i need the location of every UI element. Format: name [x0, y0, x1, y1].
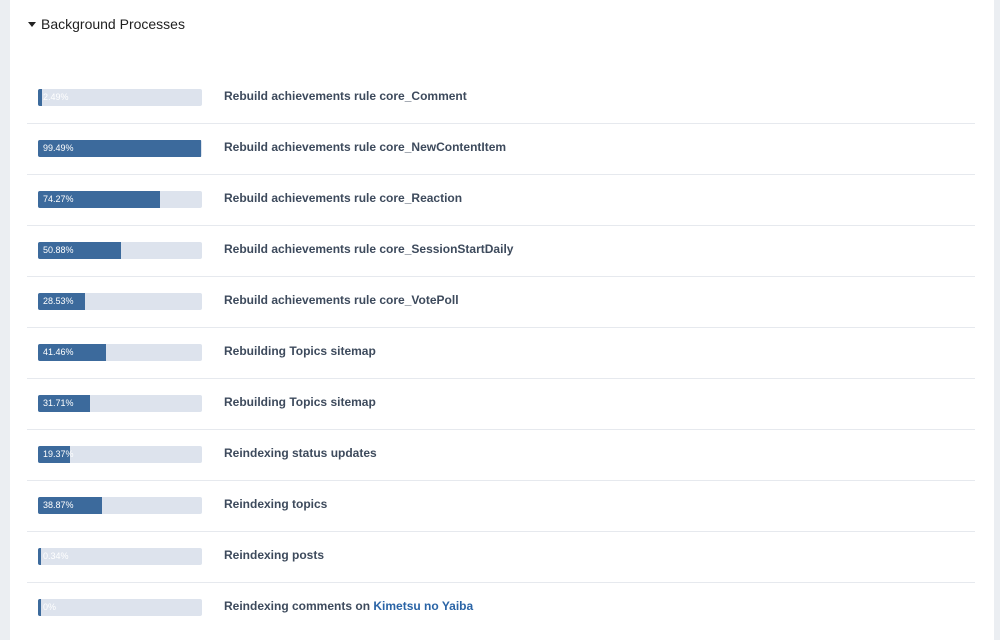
progress-percent: 28.53%	[43, 296, 74, 306]
process-label: Reindexing topics	[224, 497, 328, 511]
progress-percent: 19.37%	[43, 449, 74, 459]
progress-fill	[38, 548, 41, 565]
process-label: Reindexing posts	[224, 548, 325, 562]
progress-bar: 0.34%	[38, 548, 202, 565]
process-row: 0.34% Reindexing posts	[27, 532, 975, 583]
progress-percent: 2.49%	[43, 92, 69, 102]
process-label: Rebuilding Topics sitemap	[224, 395, 376, 409]
process-row: 41.46% Rebuilding Topics sitemap	[27, 328, 975, 379]
process-row: 2.49% Rebuild achievements rule core_Com…	[27, 73, 975, 124]
progress-bar: 50.88%	[38, 242, 202, 259]
progress-percent: 50.88%	[43, 245, 74, 255]
section-title: Background Processes	[41, 16, 185, 32]
caret-down-icon	[28, 22, 36, 27]
background-processes-toggle[interactable]: Background Processes	[28, 16, 185, 32]
progress-bar: 99.49%	[38, 140, 202, 157]
progress-bar: 0%	[38, 599, 202, 616]
progress-percent: 0%	[43, 602, 57, 612]
process-row: 38.87% Reindexing topics	[27, 481, 975, 532]
progress-fill	[38, 89, 43, 106]
progress-percent: 31.71%	[43, 398, 74, 408]
progress-bar: 28.53%	[38, 293, 202, 310]
process-label: Rebuild achievements rule core_Reaction	[224, 191, 463, 205]
process-label: Rebuilding Topics sitemap	[224, 344, 376, 358]
background-processes-panel: Background Processes 2.49% Rebuild achie…	[10, 0, 994, 640]
progress-bar: 31.71%	[38, 395, 202, 412]
progress-percent: 74.27%	[43, 194, 74, 204]
process-row: 31.71% Rebuilding Topics sitemap	[27, 379, 975, 430]
progress-percent: 41.46%	[43, 347, 74, 357]
progress-bar: 2.49%	[38, 89, 202, 106]
process-row: 28.53% Rebuild achievements rule core_Vo…	[27, 277, 975, 328]
progress-fill	[38, 599, 41, 616]
progress-bar: 19.37%	[38, 446, 202, 463]
process-label: Reindexing status updates	[224, 446, 377, 460]
progress-percent: 99.49%	[43, 143, 74, 153]
process-row: 0% Reindexing comments on Kimetsu no Yai…	[27, 583, 975, 634]
progress-bar: 38.87%	[38, 497, 202, 514]
progress-bar: 74.27%	[38, 191, 202, 208]
process-label: Reindexing comments on Kimetsu no Yaiba	[224, 599, 473, 613]
progress-bar: 41.46%	[38, 344, 202, 361]
process-label: Rebuild achievements rule core_Comment	[224, 89, 467, 103]
process-label: Rebuild achievements rule core_NewConten…	[224, 140, 507, 154]
progress-percent: 0.34%	[43, 551, 69, 561]
process-row: 19.37% Reindexing status updates	[27, 430, 975, 481]
process-label-text: Reindexing comments on	[224, 599, 374, 613]
process-label: Rebuild achievements rule core_SessionSt…	[224, 242, 514, 256]
kimetsu-no-yaiba-link[interactable]: Kimetsu no Yaiba	[373, 599, 473, 613]
process-row: 50.88% Rebuild achievements rule core_Se…	[27, 226, 975, 277]
process-list: 2.49% Rebuild achievements rule core_Com…	[27, 73, 975, 634]
process-row: 74.27% Rebuild achievements rule core_Re…	[27, 175, 975, 226]
process-row: 99.49% Rebuild achievements rule core_Ne…	[27, 124, 975, 175]
progress-percent: 38.87%	[43, 500, 74, 510]
process-label: Rebuild achievements rule core_VotePoll	[224, 293, 459, 307]
